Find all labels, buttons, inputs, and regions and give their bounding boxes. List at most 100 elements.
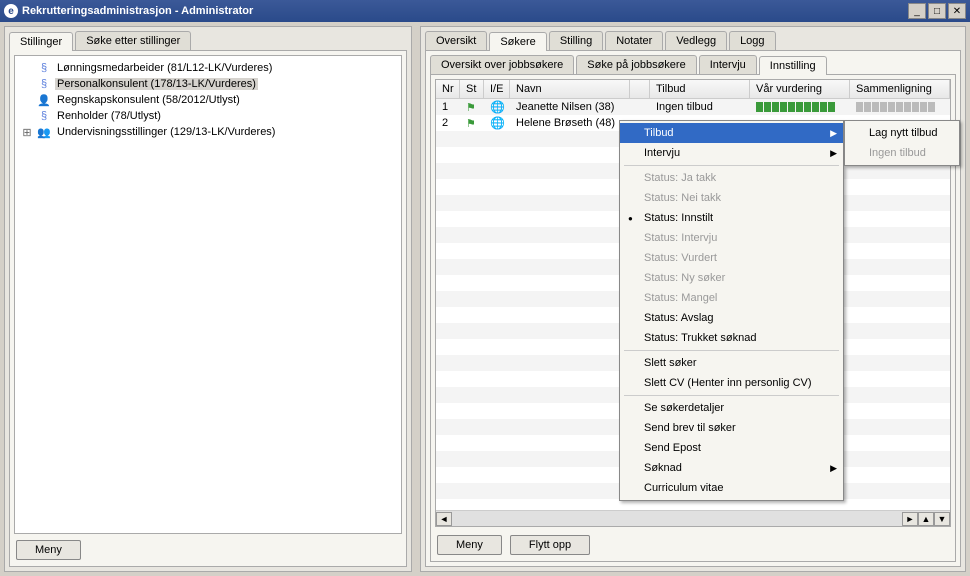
cell-name: Helene Brøseth (48) [510,117,630,129]
cell-st: ⚑ [460,101,484,114]
window-title: Rekrutteringsadministrasjon - Administra… [22,5,908,17]
ctx-item-slett-cv[interactable]: Slett CV (Henter inn personlig CV) [620,373,843,393]
minimize-button[interactable]: _ [908,3,926,19]
menu-button[interactable]: Meny [437,535,502,555]
col-st[interactable]: St [460,80,484,98]
ctx-separator [624,350,839,351]
subtab-oversikt-jobbsokere[interactable]: Oversikt over jobbsøkere [430,55,574,74]
scroll-left-icon[interactable]: ◄ [436,512,452,526]
close-button[interactable]: ✕ [948,3,966,19]
ctx-item-soknad[interactable]: Søknad▶ [620,458,843,478]
ctx-separator [624,165,839,166]
ctx-item-cv[interactable]: Curriculum vitae [620,478,843,498]
table-header: Nr St I/E Navn Tilbud Vår vurdering Samm… [436,80,950,99]
position-tree[interactable]: § Lønningsmedarbeider (81/L12-LK/Vurdere… [14,55,402,534]
ctx-separator [624,395,839,396]
left-tabs: Stillinger Søke etter stillinger [5,27,411,50]
ctx-item-status[interactable]: Status: Ny søker [620,268,843,288]
cell-ie: 🌐 [484,116,510,130]
move-up-icon[interactable]: ▲ [918,512,934,526]
cell-name: Jeanette Nilsen (38) [510,101,630,113]
section-icon: § [37,109,51,123]
ctx-item-status[interactable]: Status: Avslag [620,308,843,328]
subtab-intervju[interactable]: Intervju [699,55,757,74]
scroll-right-icon[interactable]: ► [902,512,918,526]
move-down-icon[interactable]: ▼ [934,512,950,526]
col-tilbud[interactable]: Tilbud [650,80,750,98]
tab-stillinger[interactable]: Stillinger [9,32,73,51]
col-ie[interactable]: I/E [484,80,510,98]
ctx-item-slett-soker[interactable]: Slett søker [620,353,843,373]
left-panel: Stillinger Søke etter stillinger § Lønni… [4,26,412,572]
ctx-sub-lag-tilbud[interactable]: Lag nytt tilbud [845,123,959,143]
ctx-item-intervju[interactable]: Intervju▶ [620,143,843,163]
ctx-item-se-detaljer[interactable]: Se søkerdetaljer [620,398,843,418]
tab-oversikt[interactable]: Oversikt [425,31,487,50]
ctx-item-tilbud[interactable]: Tilbud▶ [620,123,843,143]
globe-icon: 🌐 [490,100,505,114]
submenu-arrow-icon: ▶ [830,463,837,474]
cell-nr: 1 [436,101,460,113]
ctx-sub-ingen-tilbud[interactable]: Ingen tilbud [845,143,959,163]
ctx-item-status[interactable]: ●Status: Innstilt [620,208,843,228]
ctx-item-status[interactable]: Status: Vurdert [620,248,843,268]
cell-comparison [850,102,950,112]
ctx-item-status[interactable]: Status: Intervju [620,228,843,248]
rating-bar [756,102,843,112]
right-tabs: Oversikt Søkere Stilling Notater Vedlegg… [421,27,965,50]
col-sammenligning[interactable]: Sammenligning [850,80,950,98]
subtab-innstilling[interactable]: Innstilling [759,56,827,75]
ctx-item-status[interactable]: Status: Trukket søknad [620,328,843,348]
tree-expander[interactable]: ⊞ [21,126,33,139]
tab-logg[interactable]: Logg [729,31,775,50]
globe-icon: 🌐 [490,116,505,130]
ctx-item-status[interactable]: Status: Mangel [620,288,843,308]
maximize-button[interactable]: □ [928,3,946,19]
tree-item-label: Regnskapskonsulent (58/2012/Utlyst) [55,94,242,106]
flag-icon: ⚑ [466,102,476,114]
flag-icon: ⚑ [466,118,476,130]
group-icon: 👥 [37,125,51,139]
horizontal-scrollbar[interactable]: ◄ ► ▲ ▼ [436,510,950,526]
tree-item[interactable]: ⊞ 👥 Undervisningsstillinger (129/13-LK/V… [19,124,397,140]
left-tab-content: § Lønningsmedarbeider (81/L12-LK/Vurdere… [9,50,407,567]
tab-vedlegg[interactable]: Vedlegg [665,31,727,50]
menu-button[interactable]: Meny [16,540,81,560]
tab-soke-etter[interactable]: Søke etter stillinger [75,31,191,50]
col-spacer [630,80,650,98]
rating-bar [856,102,943,112]
submenu-arrow-icon: ▶ [830,148,837,159]
cell-st: ⚑ [460,117,484,130]
ctx-item-status[interactable]: Status: Nei takk [620,188,843,208]
ctx-item-send-brev[interactable]: Send brev til søker [620,418,843,438]
app-icon: e [4,4,18,18]
context-submenu[interactable]: Lag nytt tilbud Ingen tilbud [844,120,960,166]
subtab-soke-jobbsokere[interactable]: Søke på jobbsøkere [576,55,696,74]
tree-item[interactable]: § Lønningsmedarbeider (81/L12-LK/Vurdere… [19,60,397,76]
window-titlebar: e Rekrutteringsadministrasjon - Administ… [0,0,970,22]
col-vurdering[interactable]: Vår vurdering [750,80,850,98]
right-bottom-buttons: Meny Flytt opp [431,531,955,561]
tab-notater[interactable]: Notater [605,31,663,50]
person-icon: 👤 [37,93,51,107]
table-row[interactable]: 1 ⚑ 🌐 Jeanette Nilsen (38) Ingen tilbud [436,99,950,115]
section-icon: § [37,77,51,91]
submenu-arrow-icon: ▶ [830,128,837,139]
window-controls: _ □ ✕ [908,3,966,19]
context-menu[interactable]: Tilbud▶ Intervju▶ Status: Ja takk Status… [619,120,844,501]
tab-stilling[interactable]: Stilling [549,31,603,50]
tab-sokere[interactable]: Søkere [489,32,546,51]
flytt-opp-button[interactable]: Flytt opp [510,535,590,555]
tree-item[interactable]: § Personalkonsulent (178/13-LK/Vurderes) [19,76,397,92]
scroll-corner-buttons: ▲ ▼ [918,512,950,526]
col-navn[interactable]: Navn [510,80,630,98]
col-nr[interactable]: Nr [436,80,460,98]
ctx-item-status[interactable]: Status: Ja takk [620,168,843,188]
tree-item-label: Undervisningsstillinger (129/13-LK/Vurde… [55,126,277,138]
cell-nr: 2 [436,117,460,129]
tree-item[interactable]: 👤 Regnskapskonsulent (58/2012/Utlyst) [19,92,397,108]
cell-rating [750,102,850,112]
tree-item-label: Lønningsmedarbeider (81/L12-LK/Vurderes) [55,62,274,74]
ctx-item-send-epost[interactable]: Send Epost [620,438,843,458]
tree-item[interactable]: § Renholder (78/Utlyst) [19,108,397,124]
